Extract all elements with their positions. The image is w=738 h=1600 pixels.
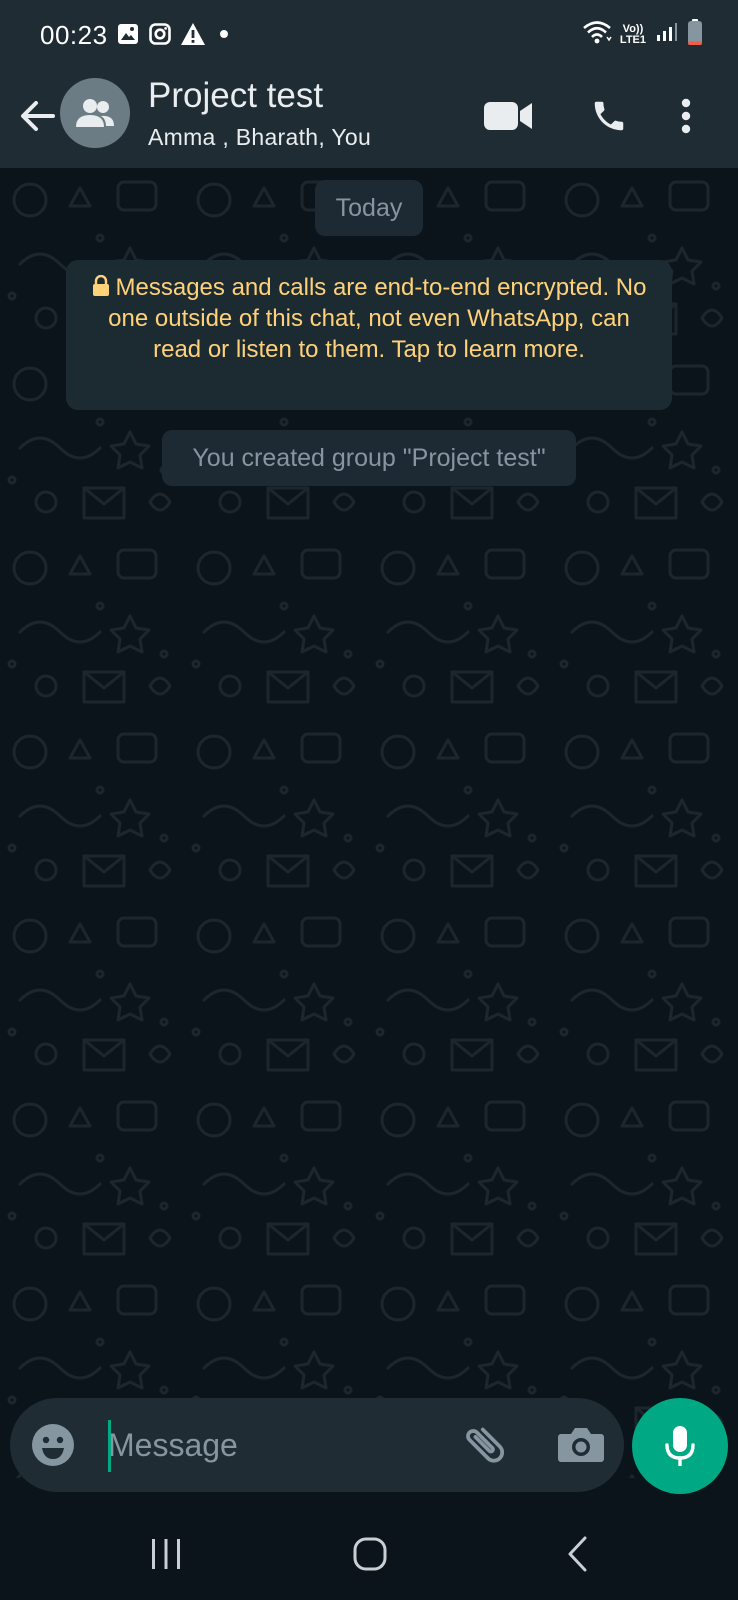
home-icon xyxy=(353,1537,387,1571)
emoji-button[interactable] xyxy=(30,1422,76,1468)
voice-call-button[interactable] xyxy=(584,86,634,146)
recent-apps-button[interactable] xyxy=(136,1530,196,1578)
text-cursor xyxy=(108,1420,111,1472)
whatsapp-chat-screen: 00:23 Vo)) LTE1 Project test Amma , Bhar… xyxy=(0,0,738,1600)
status-time: 00:23 xyxy=(40,20,108,50)
lock-icon xyxy=(92,274,109,296)
chat-title[interactable]: Project test xyxy=(148,76,323,116)
system-navigation-bar xyxy=(0,1508,738,1600)
system-message: You created group "Project test" xyxy=(162,430,576,486)
arrow-left-icon xyxy=(21,101,55,131)
microphone-icon xyxy=(665,1426,695,1466)
more-options-icon xyxy=(681,98,691,134)
chat-header: Project test Amma , Bharath, You xyxy=(0,66,738,168)
camera-icon xyxy=(558,1428,604,1462)
home-button[interactable] xyxy=(340,1530,400,1578)
voice-call-icon xyxy=(594,101,624,131)
encryption-notice-text: Messages and calls are end-to-end encryp… xyxy=(108,274,647,363)
warning-icon xyxy=(180,22,206,51)
emoji-icon xyxy=(32,1424,74,1466)
group-icon xyxy=(76,99,114,127)
signal-icon xyxy=(654,20,678,49)
attach-button[interactable] xyxy=(460,1420,510,1470)
camera-button[interactable] xyxy=(556,1420,606,1470)
status-system-icons: Vo)) LTE1 xyxy=(582,18,704,51)
gallery-notification-icon xyxy=(116,22,140,51)
volte-label-bottom: LTE1 xyxy=(619,33,646,46)
recent-apps-icon xyxy=(152,1539,180,1569)
message-composer xyxy=(10,1398,624,1492)
video-call-button[interactable] xyxy=(480,86,536,146)
voice-message-button[interactable] xyxy=(632,1398,728,1494)
battery-fill xyxy=(688,41,702,45)
encryption-notice[interactable]: Messages and calls are end-to-end encryp… xyxy=(66,260,672,410)
wifi-icon xyxy=(582,19,612,50)
back-button[interactable] xyxy=(10,88,64,144)
dot-icon xyxy=(214,22,234,51)
volte-label-top: Vo)) xyxy=(622,22,644,35)
video-call-icon xyxy=(484,102,532,130)
volte-icon: Vo)) LTE1 xyxy=(619,22,646,46)
message-list[interactable]: Today Messages and calls are end-to-end … xyxy=(0,168,738,1478)
group-avatar[interactable] xyxy=(60,78,130,148)
date-chip: Today xyxy=(315,180,423,236)
instagram-notification-icon xyxy=(148,22,172,51)
nav-back-button[interactable] xyxy=(548,1530,608,1578)
back-icon xyxy=(568,1536,587,1572)
battery-icon xyxy=(686,18,704,51)
status-bar: 00:23 Vo)) LTE1 xyxy=(0,0,738,66)
more-options-button[interactable] xyxy=(666,86,706,146)
attachment-icon xyxy=(466,1427,505,1463)
status-notification-icons xyxy=(116,22,234,51)
message-input[interactable] xyxy=(98,1416,438,1474)
chat-participants[interactable]: Amma , Bharath, You xyxy=(148,124,371,151)
